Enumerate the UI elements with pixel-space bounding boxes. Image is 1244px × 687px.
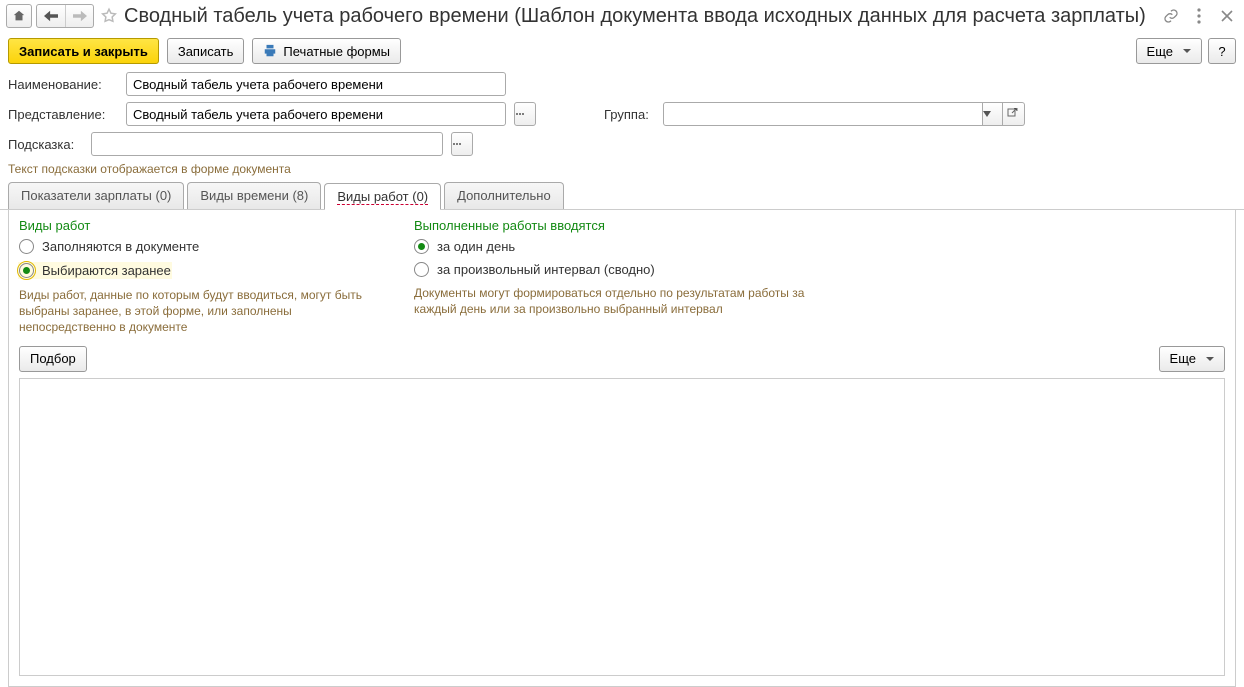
toolbar-more-button[interactable]: Еще [1136, 38, 1202, 64]
radio-selected-in-advance[interactable]: Выбираются заранее [18, 262, 172, 279]
radio-label: Заполняются в документе [42, 239, 199, 254]
dots-icon [515, 112, 525, 116]
radio-label: за один день [437, 239, 515, 254]
close-window-button[interactable] [1216, 5, 1238, 27]
back-button[interactable] [37, 5, 65, 27]
representation-input[interactable] [126, 102, 506, 126]
page-title: Сводный табель учета рабочего времени (Ш… [124, 5, 1146, 28]
arrow-left-icon [44, 10, 58, 22]
tab-salary-indicators[interactable]: Показатели зарплаты (0) [8, 182, 184, 209]
radio-icon [414, 262, 429, 277]
group-open-button[interactable] [1003, 102, 1025, 126]
favorite-button[interactable] [98, 5, 120, 27]
tab-work-types[interactable]: Виды работ (0) [324, 183, 441, 210]
work-entry-title: Выполненные работы вводятся [414, 218, 814, 233]
work-types-help: Виды работ, данные по которым будут ввод… [19, 287, 384, 336]
link-icon [1163, 8, 1179, 24]
work-entry-help: Документы могут формироваться отдельно п… [414, 285, 814, 317]
dots-icon [452, 142, 462, 146]
save-and-close-button[interactable]: Записать и закрыть [8, 38, 159, 64]
forward-button[interactable] [65, 5, 93, 27]
home-button[interactable] [6, 4, 32, 28]
arrow-right-icon [73, 10, 87, 22]
close-icon [1221, 10, 1233, 22]
link-button[interactable] [1160, 5, 1182, 27]
radio-one-day[interactable]: за один день [414, 239, 814, 254]
star-icon [100, 7, 118, 25]
chevron-down-icon [983, 111, 991, 117]
open-icon [1007, 108, 1019, 120]
name-input[interactable] [126, 72, 506, 96]
representation-label: Представление: [8, 107, 118, 122]
hint-note: Текст подсказки отображается в форме док… [8, 162, 1236, 176]
radio-label: за произвольный интервал (сводно) [437, 262, 655, 277]
radio-fill-in-document[interactable]: Заполняются в документе [19, 239, 384, 254]
kebab-menu-button[interactable] [1188, 5, 1210, 27]
radio-icon [19, 263, 34, 278]
group-dropdown-button[interactable] [983, 102, 1003, 126]
save-button[interactable]: Записать [167, 38, 245, 64]
group-label: Группа: [604, 107, 649, 122]
representation-dots-button[interactable] [514, 102, 536, 126]
radio-icon [19, 239, 34, 254]
tab-time-types[interactable]: Виды времени (8) [187, 182, 321, 209]
print-forms-label: Печатные формы [283, 44, 390, 59]
sub-more-button[interactable]: Еще [1159, 346, 1225, 372]
hint-input[interactable] [91, 132, 443, 156]
printer-icon [263, 44, 277, 58]
help-button[interactable]: ? [1208, 38, 1236, 64]
print-forms-button[interactable]: Печатные формы [252, 38, 401, 64]
home-icon [12, 9, 26, 23]
hint-dots-button[interactable] [451, 132, 473, 156]
work-types-title: Виды работ [19, 218, 384, 233]
tab-additional[interactable]: Дополнительно [444, 182, 564, 209]
radio-icon [414, 239, 429, 254]
select-button[interactable]: Подбор [19, 346, 87, 372]
group-input[interactable] [663, 102, 983, 126]
work-types-list[interactable] [19, 378, 1225, 676]
radio-label: Выбираются заранее [42, 263, 171, 278]
hint-label: Подсказка: [8, 137, 83, 152]
nav-group [36, 4, 94, 28]
radio-arbitrary-interval[interactable]: за произвольный интервал (сводно) [414, 262, 814, 277]
name-label: Наименование: [8, 77, 118, 92]
kebab-icon [1197, 8, 1201, 24]
